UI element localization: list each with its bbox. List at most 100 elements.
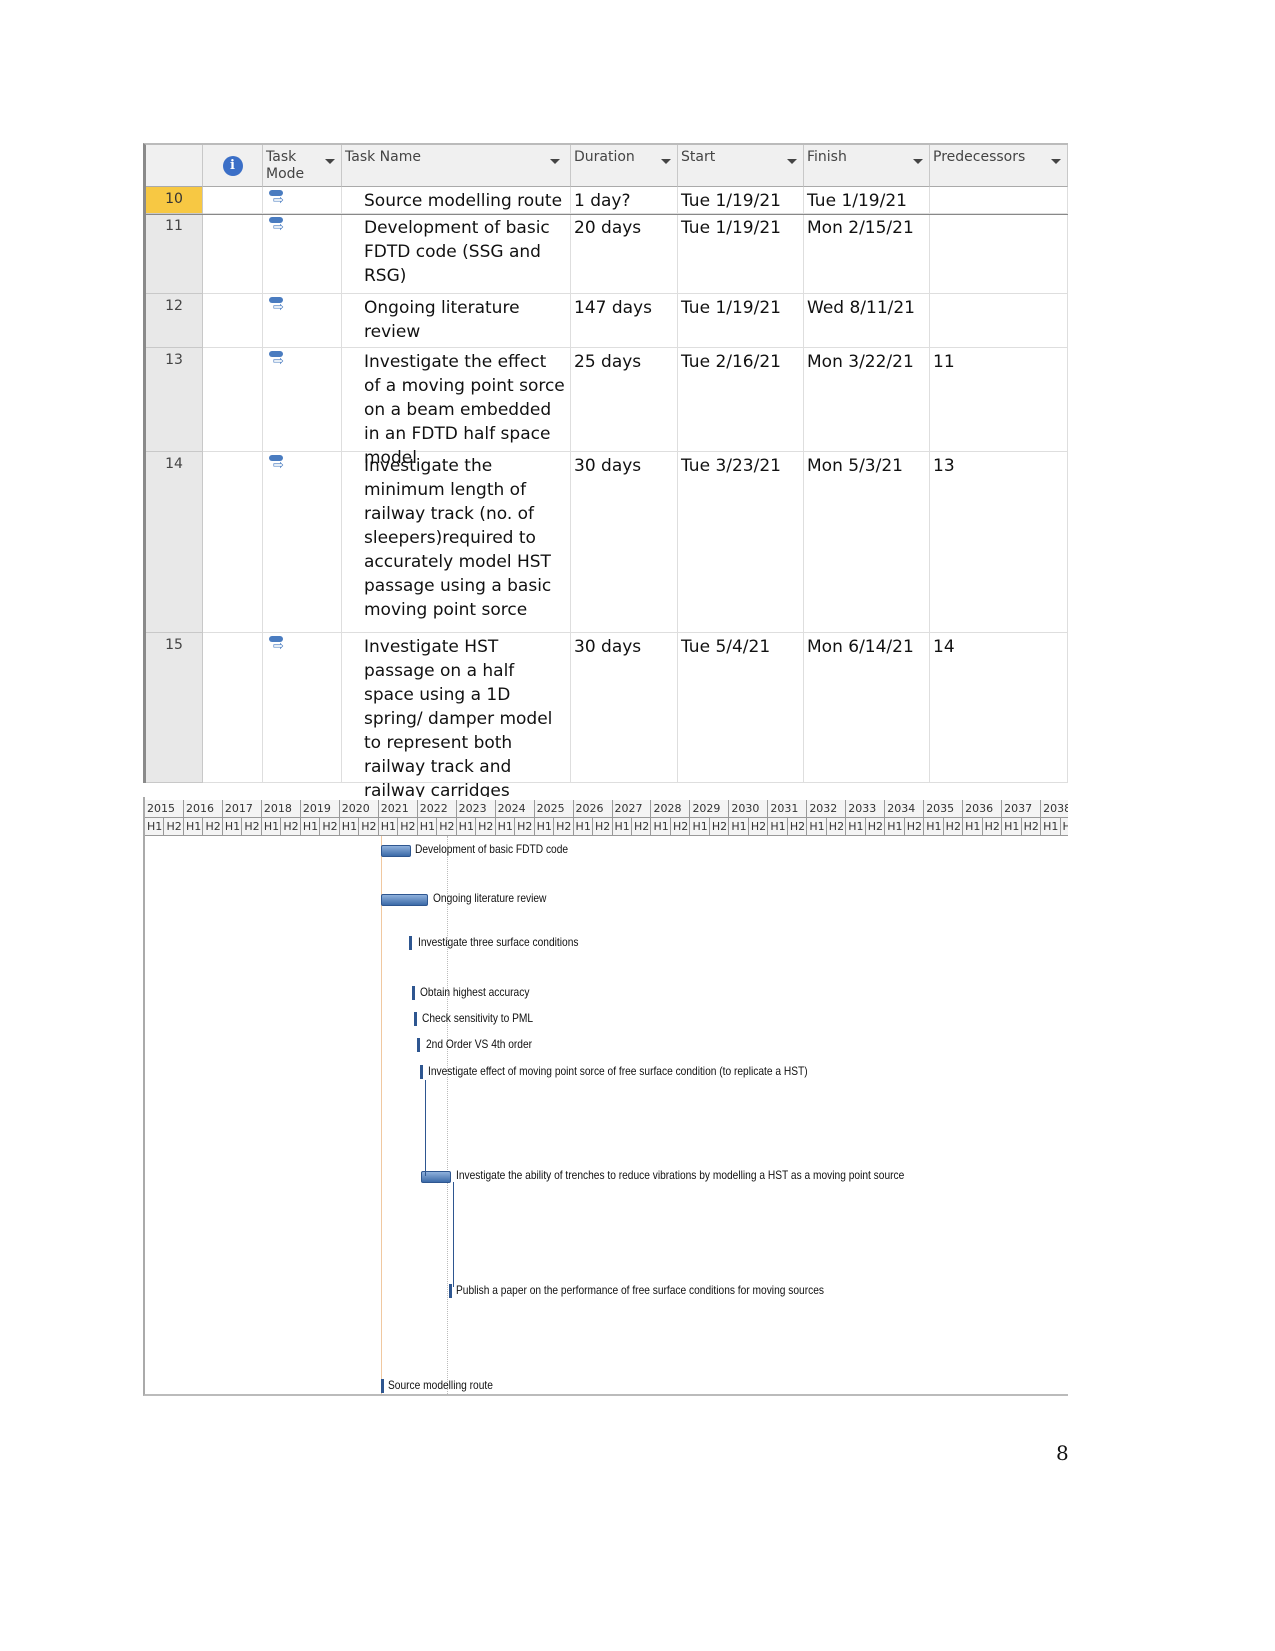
column-header-task-mode[interactable]: Task Mode — [263, 145, 342, 187]
duration-cell[interactable]: 30 days — [571, 452, 678, 633]
timescale-half: H2 — [359, 818, 379, 836]
row-number[interactable]: 13 — [146, 348, 203, 452]
finish-cell[interactable]: Mon 6/14/21 — [804, 633, 930, 783]
task-name-cell[interactable]: Investigate the effect of a moving point… — [342, 348, 571, 468]
column-header-predecessors[interactable]: Predecessors — [930, 145, 1068, 187]
auto-scheduled-icon: ⇨ — [267, 636, 285, 653]
pred-cell[interactable] — [930, 187, 1068, 214]
gantt-milestone-marker[interactable] — [449, 1284, 452, 1298]
row-number[interactable]: 11 — [146, 214, 203, 294]
gantt-milestone-marker[interactable] — [381, 1379, 384, 1393]
timescale-year: 2028 — [651, 800, 691, 818]
start-cell[interactable]: Tue 1/19/21 — [678, 294, 804, 348]
timescale-year: 2029 — [690, 800, 730, 818]
dropdown-arrow-icon[interactable] — [913, 159, 923, 164]
timescale-half: H1 — [495, 818, 516, 836]
column-header-task-name[interactable]: Task Name — [342, 145, 571, 187]
dropdown-arrow-icon[interactable] — [325, 159, 335, 164]
duration-cell[interactable]: 20 days — [571, 214, 678, 294]
gantt-milestone-marker[interactable] — [412, 986, 415, 1000]
pred-cell[interactable] — [930, 214, 1068, 294]
timescale-half: H2 — [904, 818, 925, 836]
column-header-finish[interactable]: Finish — [804, 145, 930, 187]
timescale-half: H2 — [982, 818, 1003, 836]
gantt-task-label: Obtain highest accuracy — [420, 985, 530, 999]
row-number[interactable]: 15 — [146, 633, 203, 783]
gantt-milestone-marker[interactable] — [420, 1065, 423, 1079]
duration-cell[interactable]: 147 days — [571, 294, 678, 348]
timescale-half: H2 — [476, 818, 496, 836]
finish-cell[interactable]: Tue 1/19/21 — [804, 187, 930, 214]
start-cell[interactable]: Tue 3/23/21 — [678, 452, 804, 633]
timescale-half: H1 — [261, 818, 282, 836]
timescale-year: 2021 — [378, 800, 418, 818]
finish-cell[interactable]: Wed 8/11/21 — [804, 294, 930, 348]
row-number[interactable]: 14 — [146, 452, 203, 633]
info-icon: i — [222, 156, 243, 176]
task-mode-cell[interactable]: ⇨ — [263, 294, 342, 348]
duration-cell[interactable]: 1 day? — [571, 187, 678, 214]
row-number[interactable]: 12 — [146, 294, 203, 348]
task-name-cell[interactable]: Investigate HST passage on a half space … — [342, 633, 571, 801]
timescale-half: H2 — [709, 818, 730, 836]
task-mode-cell[interactable]: ⇨ — [263, 187, 342, 214]
start-cell[interactable]: Tue 1/19/21 — [678, 187, 804, 214]
task-mode-cell[interactable]: ⇨ — [263, 633, 342, 783]
timescale-half: H1 — [963, 818, 983, 836]
timescale-half: H2 — [943, 818, 964, 836]
gantt-milestone-marker[interactable] — [414, 1012, 417, 1026]
duration-cell[interactable]: 30 days — [571, 633, 678, 783]
timescale-half: H1 — [183, 818, 204, 836]
task-mode-cell[interactable]: ⇨ — [263, 348, 342, 452]
pred-cell[interactable]: 14 — [930, 633, 1068, 783]
info-cell — [203, 348, 263, 452]
duration-cell[interactable]: 25 days — [571, 348, 678, 452]
timescale-year: 2022 — [417, 800, 457, 818]
timescale-half: H1 — [145, 818, 165, 836]
row-number[interactable]: 10 — [146, 187, 203, 214]
table-divider — [146, 214, 1068, 215]
auto-scheduled-icon: ⇨ — [267, 190, 285, 207]
finish-cell[interactable]: Mon 3/22/21 — [804, 348, 930, 452]
task-name-cell[interactable]: Ongoing literature review — [342, 294, 571, 348]
timescale-half: H1 — [807, 818, 827, 836]
pred-cell[interactable] — [930, 294, 1068, 348]
timescale-half: H1 — [612, 818, 632, 836]
timescale-half: H1 — [690, 818, 710, 836]
timescale-half: H2 — [593, 818, 613, 836]
pred-cell[interactable]: 11 — [930, 348, 1068, 452]
task-name-cell[interactable]: Source modelling route — [342, 187, 571, 214]
column-header-label: Task Mode — [266, 149, 305, 182]
gantt-task-label: 2nd Order VS 4th order — [426, 1037, 533, 1051]
dropdown-arrow-icon[interactable] — [550, 159, 560, 164]
column-header-rh[interactable] — [146, 145, 203, 187]
pred-cell[interactable]: 13 — [930, 452, 1068, 633]
start-cell[interactable]: Tue 5/4/21 — [678, 633, 804, 783]
task-mode-cell[interactable]: ⇨ — [263, 452, 342, 633]
timescale-half: H2 — [281, 818, 301, 836]
gantt-task-label: Ongoing literature review — [433, 891, 547, 905]
gantt-milestone-marker[interactable] — [409, 936, 412, 950]
timescale-year: 2026 — [573, 800, 613, 818]
start-cell[interactable]: Tue 1/19/21 — [678, 214, 804, 294]
column-header-info[interactable]: i — [203, 145, 263, 187]
gantt-milestone-marker[interactable] — [417, 1038, 420, 1052]
dropdown-arrow-icon[interactable] — [1051, 159, 1061, 164]
task-name-cell[interactable]: Development of basic FDTD code (SSG and … — [342, 214, 571, 294]
task-name-cell[interactable]: Investigate the minimum length of railwa… — [342, 452, 571, 633]
dropdown-arrow-icon[interactable] — [787, 159, 797, 164]
dropdown-arrow-icon[interactable] — [661, 159, 671, 164]
finish-cell[interactable]: Mon 5/3/21 — [804, 452, 930, 633]
task-mode-cell[interactable]: ⇨ — [263, 214, 342, 294]
gantt-bar[interactable] — [381, 894, 428, 906]
column-header-duration[interactable]: Duration — [571, 145, 678, 187]
timescale-half: H2 — [437, 818, 457, 836]
timescale-half: H1 — [768, 818, 788, 836]
auto-scheduled-icon: ⇨ — [267, 351, 285, 368]
project-end-line — [447, 836, 448, 1394]
finish-cell[interactable]: Mon 2/15/21 — [804, 214, 930, 294]
page-number: 8 — [1056, 1441, 1069, 1465]
start-cell[interactable]: Tue 2/16/21 — [678, 348, 804, 452]
gantt-bar[interactable] — [381, 845, 411, 857]
column-header-start[interactable]: Start — [678, 145, 804, 187]
